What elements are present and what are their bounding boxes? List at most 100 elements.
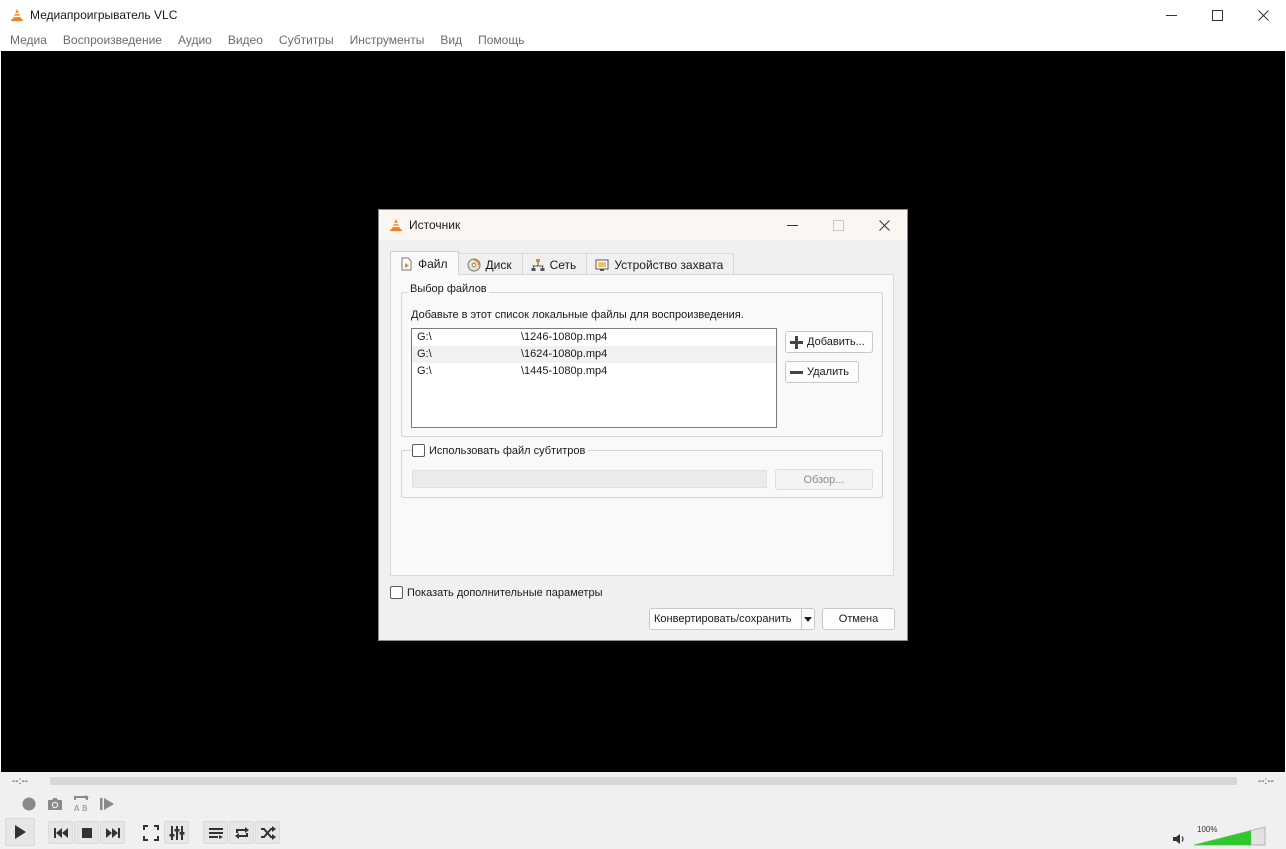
use-subtitles-checkbox-box[interactable] <box>412 444 425 457</box>
record-icon <box>22 797 36 811</box>
list-item[interactable]: G:\ \1624-1080p.mp4 <box>412 346 776 363</box>
tab-file[interactable]: Файл <box>390 251 459 275</box>
menu-subtitles[interactable]: Субтитры <box>271 30 342 51</box>
add-file-button[interactable]: Добавить... <box>785 331 873 353</box>
shuffle-icon <box>260 825 276 840</box>
minus-icon <box>790 370 803 374</box>
time-total[interactable]: --:-- <box>1258 776 1274 787</box>
menu-help[interactable]: Помощь <box>470 30 532 51</box>
close-icon <box>878 219 890 231</box>
stop-icon <box>81 827 92 838</box>
file-name: \1445-1080p.mp4 <box>521 365 608 377</box>
file-icon <box>401 257 412 270</box>
cancel-button[interactable]: Отмена <box>822 608 895 630</box>
subtitle-path-field <box>412 470 767 488</box>
close-button[interactable] <box>1240 0 1286 30</box>
fullscreen-icon <box>143 824 159 841</box>
extended-settings-icon <box>169 825 184 840</box>
convert-save-button[interactable]: Конвертировать/сохранить <box>649 608 815 630</box>
maximize-icon <box>832 219 844 231</box>
file-list[interactable]: G:\ \1246-1080p.mp4 G:\ \1624-1080p.mp4 … <box>411 328 777 428</box>
play-button[interactable] <box>5 818 35 846</box>
menu-media[interactable]: Медиа <box>2 30 55 51</box>
menu-audio[interactable]: Аудио <box>170 30 220 51</box>
convert-save-label: Конвертировать/сохранить <box>654 613 792 625</box>
time-elapsed[interactable]: --:-- <box>12 776 28 787</box>
svg-text:B: B <box>82 804 88 813</box>
ab-loop-icon: AB <box>74 795 89 813</box>
fullscreen-button[interactable] <box>139 821 163 844</box>
tab-disc-label: Диск <box>485 257 512 272</box>
file-name: \1624-1080p.mp4 <box>521 348 608 360</box>
frame-step-icon <box>100 798 114 810</box>
next-button[interactable] <box>100 821 125 844</box>
tab-disc[interactable]: Диск <box>457 253 523 275</box>
menubar: Медиа Воспроизведение Аудио Видео Субтит… <box>0 30 1286 51</box>
use-subtitles-checkbox[interactable]: Использовать файл субтитров <box>412 444 589 457</box>
snapshot-icon <box>48 798 62 810</box>
loop-button[interactable] <box>229 821 254 844</box>
dialog-minimize-button[interactable] <box>769 210 815 240</box>
convert-dropdown-toggle[interactable] <box>801 609 814 629</box>
previous-button[interactable] <box>48 821 73 844</box>
show-more-options-box[interactable] <box>390 586 403 599</box>
minimize-button[interactable] <box>1148 0 1194 30</box>
play-icon <box>15 825 26 839</box>
network-icon <box>531 258 545 271</box>
tab-capture-device[interactable]: Устройство захвата <box>586 253 735 275</box>
record-button[interactable] <box>18 794 40 814</box>
shuffle-button[interactable] <box>255 821 280 844</box>
maximize-button[interactable] <box>1194 0 1240 30</box>
menu-video[interactable]: Видео <box>220 30 271 51</box>
list-item[interactable]: G:\ \1246-1080p.mp4 <box>412 329 776 346</box>
remove-file-button[interactable]: Удалить <box>785 361 859 383</box>
maximize-icon <box>1211 9 1223 21</box>
minimize-icon <box>786 224 798 226</box>
frame-step-button[interactable] <box>96 794 118 814</box>
next-icon <box>105 827 120 838</box>
tab-network-label: Сеть <box>549 257 577 272</box>
tab-file-label: Файл <box>418 256 448 271</box>
source-dialog: Источник Файл Диск Сеть Устройство захва… <box>378 209 908 641</box>
file-tab-pane: Выбор файлов Добавьте в этот список лока… <box>390 274 894 576</box>
close-icon <box>1257 9 1269 21</box>
dialog-title: Источник <box>409 218 461 232</box>
volume-slider[interactable] <box>1193 826 1266 846</box>
menu-view[interactable]: Вид <box>432 30 470 51</box>
show-more-options-label: Показать дополнительные параметры <box>407 586 603 599</box>
playlist-icon <box>208 827 223 839</box>
use-subtitles-label: Использовать файл субтитров <box>429 444 586 457</box>
dialog-maximize-button <box>815 210 861 240</box>
list-item[interactable]: G:\ \1445-1080p.mp4 <box>412 363 776 380</box>
svg-text:A: A <box>74 804 80 813</box>
seek-slider[interactable] <box>50 777 1237 785</box>
tab-capture-device-label: Устройство захвата <box>614 257 724 272</box>
extended-settings-button[interactable] <box>164 821 189 844</box>
snapshot-button[interactable] <box>43 794 67 814</box>
browse-button: Обзор... <box>775 469 873 490</box>
plus-icon <box>790 335 803 349</box>
capture-device-icon <box>595 259 609 271</box>
window-titlebar: Медиапроигрыватель VLC <box>0 0 1286 30</box>
speaker-icon[interactable] <box>1172 833 1186 845</box>
menu-playback[interactable]: Воспроизведение <box>55 30 170 51</box>
menu-tools[interactable]: Инструменты <box>342 30 433 51</box>
file-selection-group: Выбор файлов Добавьте в этот список лока… <box>401 283 883 437</box>
window-title: Медиапроигрыватель VLC <box>30 8 178 22</box>
window-controls <box>1148 0 1286 30</box>
vlc-logo-icon <box>390 218 402 232</box>
file-drive: G:\ <box>417 331 432 343</box>
playlist-button[interactable] <box>203 821 228 844</box>
playback-controls: --:-- --:-- AB 100% <box>0 772 1286 849</box>
ab-loop-button[interactable]: AB <box>70 793 92 815</box>
dialog-close-button[interactable] <box>861 210 907 240</box>
previous-icon <box>53 827 68 838</box>
add-file-label: Добавить... <box>807 336 865 348</box>
show-more-options-checkbox[interactable]: Показать дополнительные параметры <box>390 586 602 599</box>
stop-button[interactable] <box>74 821 99 844</box>
chevron-down-icon <box>804 616 812 622</box>
file-selection-description: Добавьте в этот список локальные файлы д… <box>411 309 744 321</box>
minimize-icon <box>1165 14 1177 16</box>
source-tabs: Файл Диск Сеть Устройство захвата <box>390 251 735 275</box>
tab-network[interactable]: Сеть <box>521 253 588 275</box>
